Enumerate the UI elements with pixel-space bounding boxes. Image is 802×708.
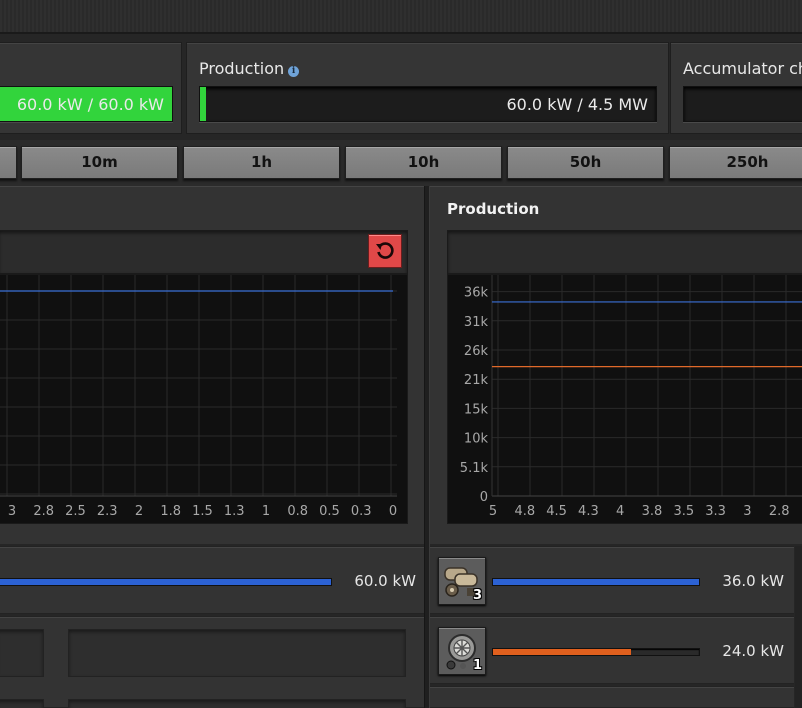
x-tick-label: 1.8 <box>160 504 181 519</box>
steam-engine-icon[interactable]: 3 <box>438 557 486 605</box>
time-scale-row: 10m 1h 10h 50h 250h <box>0 140 802 186</box>
x-tick-label: 4.3 <box>578 504 599 519</box>
x-tick-label: 1.5 <box>192 504 213 519</box>
y-tick-label: 26k <box>464 344 489 359</box>
consumption-graph-area: 3 2.8 2.5 2.3 2 1.8 1.5 1.3 1 0.8 0.5 0.3 0 <box>0 274 408 524</box>
accumulator-title: Accumulator cha <box>683 59 802 78</box>
producer-row-empty <box>430 686 794 708</box>
time-button-10h[interactable]: 10h <box>345 146 502 179</box>
consumer-bar <box>0 578 332 586</box>
consumption-chart: 3 2.8 2.5 2.3 2 1.8 1.5 1.3 1 0.8 0.5 0.3 0 <box>0 275 397 519</box>
scrollbar-track[interactable] <box>795 546 802 708</box>
time-button-1h[interactable]: 1h <box>183 146 340 179</box>
y-tick-label: 31k <box>464 315 489 330</box>
x-tick-label: 4.8 <box>514 504 535 519</box>
x-tick-label: 3.5 <box>673 504 694 519</box>
steam-turbine-icon[interactable]: 1 <box>438 627 486 675</box>
producer-bar <box>492 648 700 656</box>
y-tick-label: 10k <box>464 432 489 447</box>
y-tick-label: 36k <box>464 286 489 301</box>
x-tick-label: 0.3 <box>351 504 372 519</box>
x-tick-label: 0.5 <box>319 504 340 519</box>
production-stat-label: Production <box>199 59 285 78</box>
production-stat-bar: 60.0 kW / 4.5 MW <box>199 86 657 122</box>
production-graph-title: Production <box>447 200 540 218</box>
accumulator-panel: Accumulator cha <box>670 42 802 134</box>
empty-slot <box>0 629 44 677</box>
producer-value: 24.0 kW <box>722 642 784 660</box>
time-button-5m[interactable] <box>0 146 17 179</box>
info-icon[interactable]: i <box>288 66 300 77</box>
empty-slot <box>68 629 406 677</box>
production-stat-title: Production i <box>199 59 300 78</box>
time-button-50h[interactable]: 50h <box>507 146 664 179</box>
x-tick-label: 0 <box>389 504 397 519</box>
time-button-10m[interactable]: 10m <box>21 146 178 179</box>
x-tick-label: 3.3 <box>705 504 726 519</box>
consumer-slots-panel <box>0 616 424 708</box>
consumption-graph-panel: 3 2.8 2.5 2.3 2 1.8 1.5 1.3 1 0.8 0.5 0.3 0 <box>0 186 424 544</box>
production-chart: 36k 31k 26k 21k 15k 10k 5.1k 05 4.8 4.5 4.3 4 3.8 3.5… <box>460 275 802 519</box>
producer-row-steam-turbine[interactable]: 1 24.0 kW <box>430 616 794 684</box>
y-tick-label: 5.1k <box>460 461 489 476</box>
x-tick-label: 3 <box>8 504 16 519</box>
production-graph-panel: Production 36k 31k 26k 21k 15k 10k 5.1k 0 5 4.8 4.… <box>430 186 802 544</box>
accumulator-bar <box>683 86 802 122</box>
producer-bar <box>492 578 700 586</box>
empty-slot <box>0 699 44 708</box>
x-tick-label: 4 <box>616 504 624 519</box>
empty-slot <box>68 699 406 708</box>
producer-row-steam-engine[interactable]: 3 36.0 kW <box>430 546 794 614</box>
x-tick-label: 2 <box>135 504 143 519</box>
production-graph-header <box>447 230 802 274</box>
x-tick-label: 2.8 <box>769 504 790 519</box>
production-graph-area: 36k 31k 26k 21k 15k 10k 5.1k 0 5 4.8 4.5 4.3 4 3.8 3.5… <box>447 274 802 524</box>
top-strip <box>0 0 802 34</box>
reset-icon[interactable] <box>368 234 402 268</box>
producer-value: 36.0 kW <box>722 572 784 590</box>
x-tick-label: 0.8 <box>287 504 308 519</box>
x-tick-label: 1.3 <box>224 504 245 519</box>
producer-bar-fill <box>493 649 632 655</box>
satisfaction-value: 60.0 kW / 60.0 kW <box>16 95 164 114</box>
x-tick-label: 5 <box>489 504 497 519</box>
production-stat-bar-fill <box>200 87 206 121</box>
satisfaction-bar: 60.0 kW / 60.0 kW <box>0 86 173 122</box>
consumer-bar-fill <box>0 579 331 585</box>
satisfaction-panel: 60.0 kW / 60.0 kW <box>0 42 182 134</box>
consumption-graph-header <box>0 230 408 274</box>
x-tick-label: 3.8 <box>642 504 663 519</box>
x-tick-label: 4.5 <box>546 504 567 519</box>
consumer-row[interactable]: 60.0 kW <box>0 546 424 614</box>
x-tick-label: 1 <box>262 504 270 519</box>
steam-engine-count: 3 <box>472 588 482 603</box>
x-tick-label: 2.5 <box>65 504 86 519</box>
production-stat-panel: Production i 60.0 kW / 4.5 MW <box>186 42 669 134</box>
y-tick-label: 21k <box>464 373 489 388</box>
production-stat-value: 60.0 kW / 4.5 MW <box>506 95 648 114</box>
y-tick-label: 15k <box>464 402 489 417</box>
x-tick-label: 3 <box>743 504 751 519</box>
y-tick-label: 0 <box>480 490 488 505</box>
x-tick-label: 2.3 <box>97 504 118 519</box>
time-button-250h[interactable]: 250h <box>669 146 802 179</box>
x-tick-label: 2.8 <box>33 504 54 519</box>
steam-turbine-count: 1 <box>472 658 482 673</box>
producer-bar-fill <box>493 579 699 585</box>
consumer-value: 60.0 kW <box>354 572 416 590</box>
